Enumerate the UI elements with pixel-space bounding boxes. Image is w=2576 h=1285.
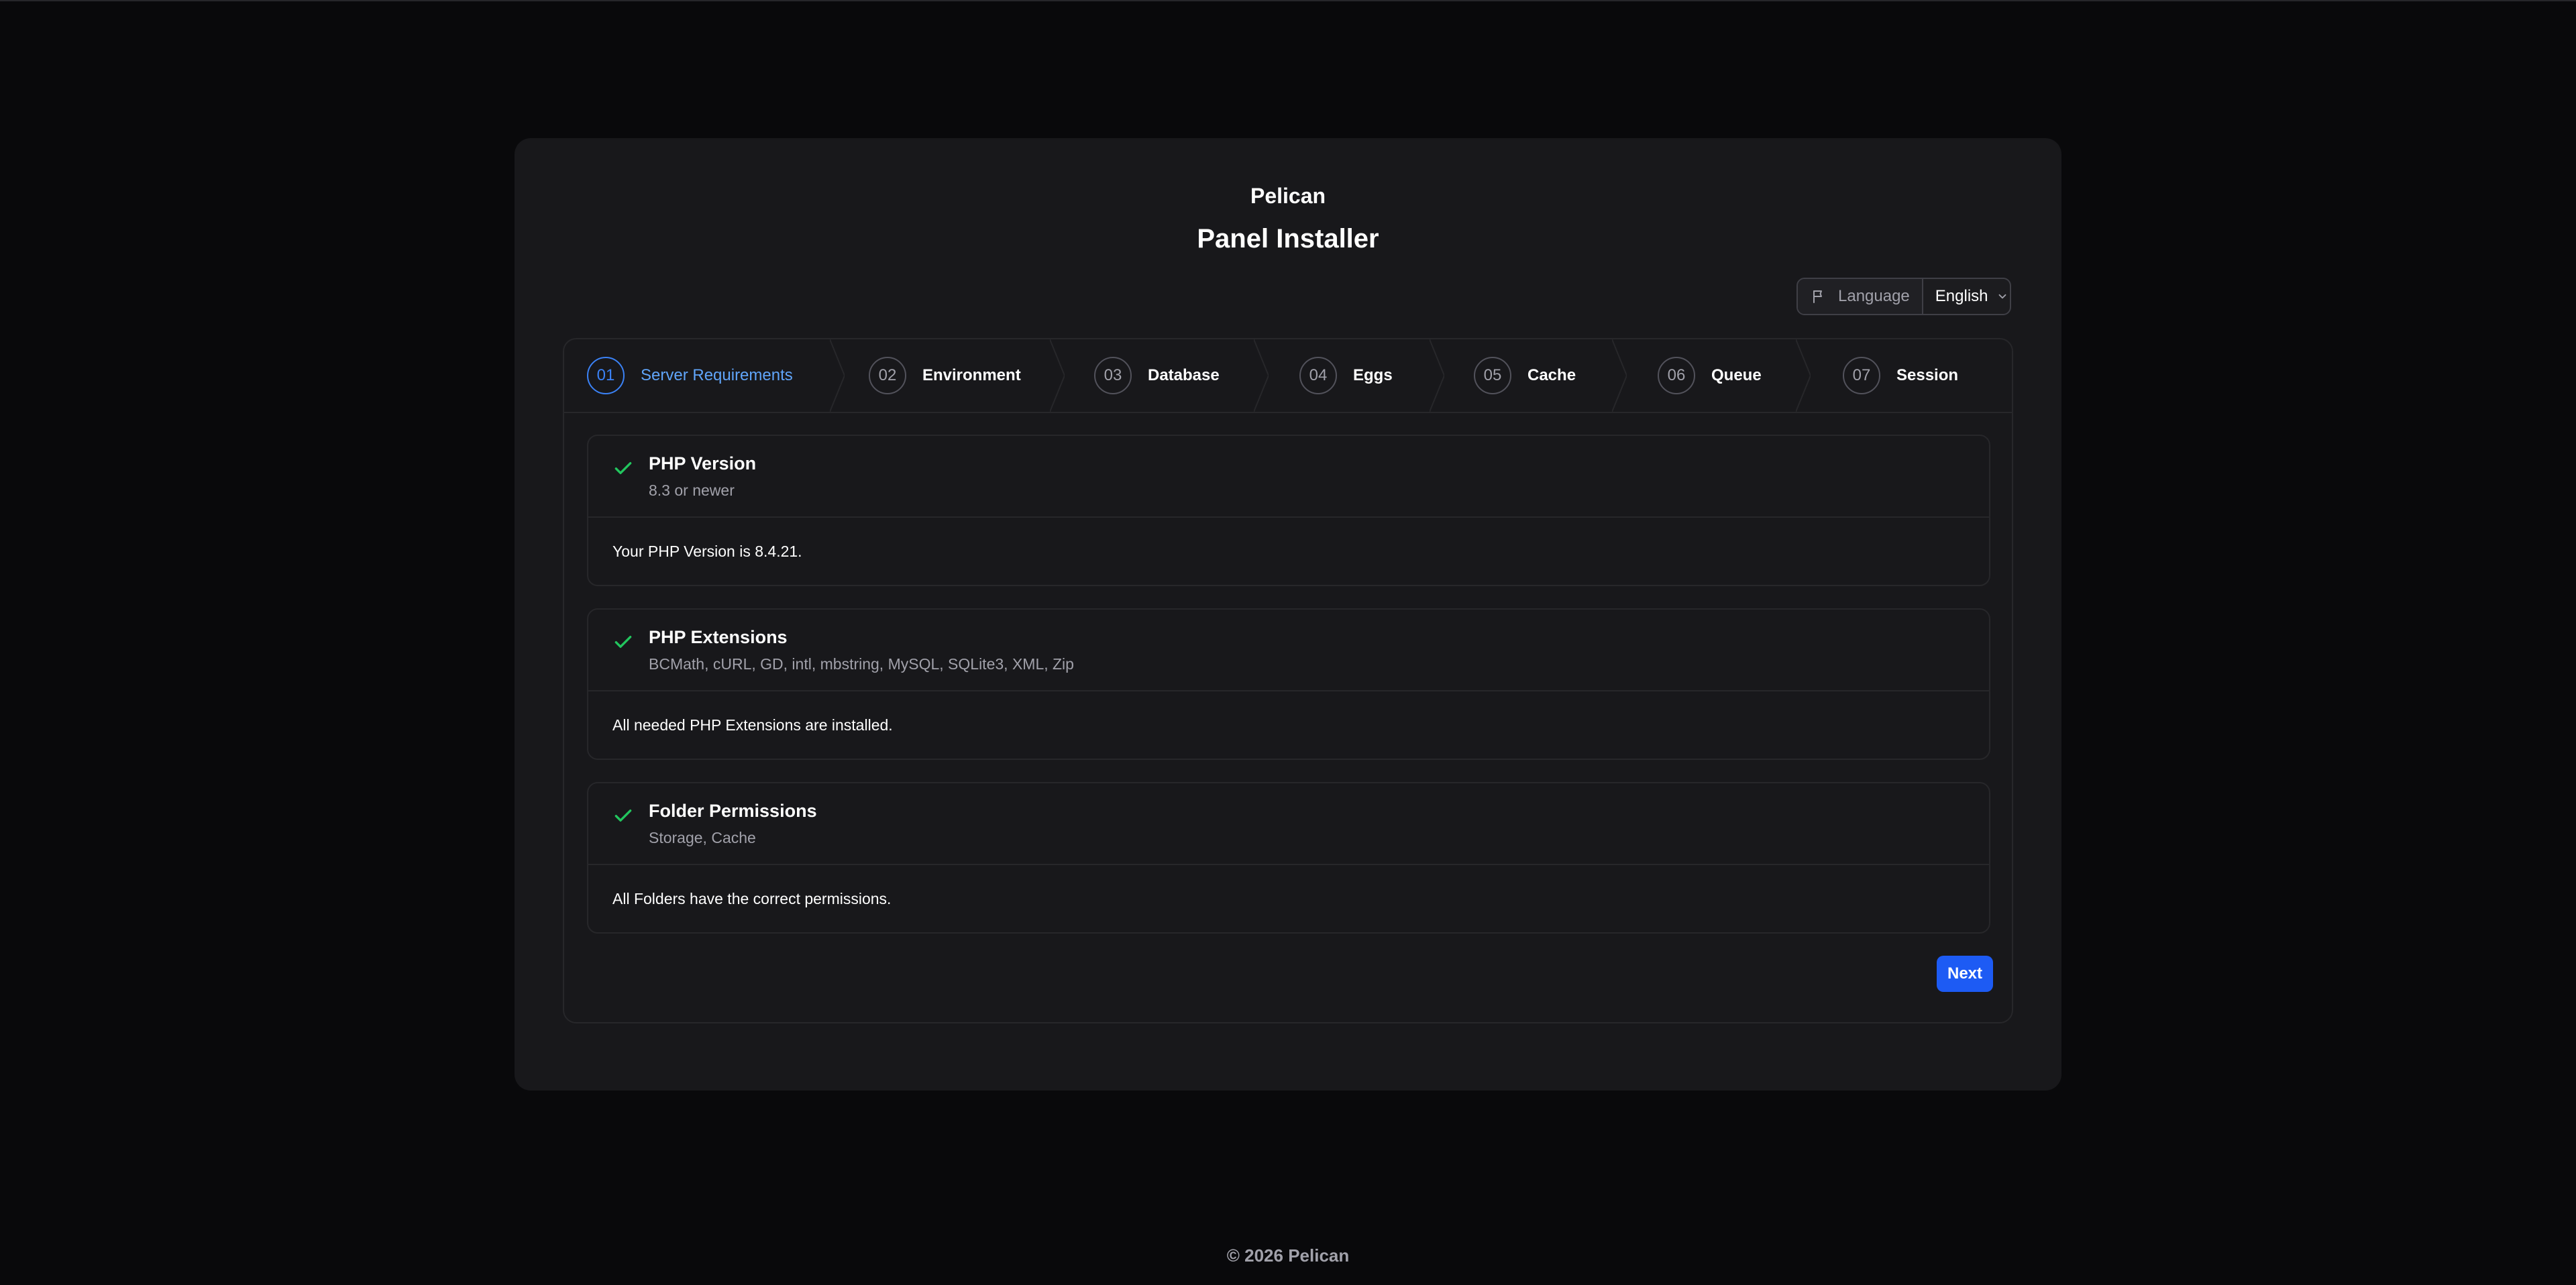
flag-icon xyxy=(1813,290,1822,303)
chevron-down-icon xyxy=(1998,294,2006,299)
language-label-group: Language xyxy=(1798,279,1923,314)
step-number: 01 xyxy=(587,357,625,394)
check-icon xyxy=(614,809,632,822)
step-eggs[interactable]: 04 Eggs xyxy=(1299,339,1393,412)
step-queue[interactable]: 06 Queue xyxy=(1658,339,1762,412)
section-title: PHP Version xyxy=(649,453,757,473)
step-database[interactable]: 03 Database xyxy=(1094,339,1220,412)
section-header: PHP Extensions BCMath, cURL, GD, intl, m… xyxy=(588,610,1989,691)
step-separator xyxy=(1430,339,1444,412)
step-session[interactable]: 07 Session xyxy=(1843,339,1958,412)
step-label: Server Requirements xyxy=(641,366,793,384)
requirement-folder-permissions: Folder Permissions Storage, Cache All Fo… xyxy=(587,782,1990,934)
step-label: Database xyxy=(1148,366,1220,384)
step-number: 06 xyxy=(1658,357,1695,394)
footer-copyright: © 2026 Pelican xyxy=(1226,1245,1350,1266)
step-label: Eggs xyxy=(1353,366,1393,384)
section-description: Storage, Cache xyxy=(649,829,756,846)
section-title: PHP Extensions xyxy=(649,627,788,647)
page-title: Panel Installer xyxy=(1197,224,1379,254)
section-header: Folder Permissions Storage, Cache xyxy=(588,783,1989,865)
step-separator xyxy=(1050,339,1065,412)
section-header: PHP Version 8.3 or newer xyxy=(588,436,1989,518)
section-message: Your PHP Version is 8.4.21. xyxy=(612,542,802,560)
step-number: 03 xyxy=(1094,357,1132,394)
installer-wizard: 01 Server Requirements 02 Environment 03… xyxy=(563,338,2013,1023)
step-label: Cache xyxy=(1527,366,1576,384)
step-separator xyxy=(1796,339,1811,412)
installer-card: Pelican Panel Installer Language English… xyxy=(515,138,2061,1091)
step-separator xyxy=(830,339,845,412)
step-label: Session xyxy=(1896,366,1959,384)
requirement-php-version: PHP Version 8.3 or newer Your PHP Versio… xyxy=(587,435,1990,586)
requirement-php-extensions: PHP Extensions BCMath, cURL, GD, intl, m… xyxy=(587,608,1990,760)
top-border xyxy=(0,0,2576,1)
language-select[interactable]: English xyxy=(1923,279,2010,314)
step-label: Environment xyxy=(922,366,1021,384)
step-server-requirements[interactable]: 01 Server Requirements xyxy=(587,339,793,412)
step-environment[interactable]: 02 Environment xyxy=(869,339,1021,412)
section-description: BCMath, cURL, GD, intl, mbstring, MySQL,… xyxy=(649,655,1074,673)
step-separator xyxy=(1254,339,1269,412)
step-number: 02 xyxy=(869,357,906,394)
step-number: 05 xyxy=(1474,357,1511,394)
brand-name: Pelican xyxy=(1250,184,1326,208)
section-description: 8.3 or newer xyxy=(649,482,735,499)
wizard-steps: 01 Server Requirements 02 Environment 03… xyxy=(564,339,2012,413)
step-number: 07 xyxy=(1843,357,1880,394)
next-button[interactable]: Next xyxy=(1937,956,1993,992)
step-cache[interactable]: 05 Cache xyxy=(1474,339,1576,412)
section-message: All needed PHP Extensions are installed. xyxy=(612,716,893,734)
step-separator xyxy=(1612,339,1627,412)
section-message: All Folders have the correct permissions… xyxy=(612,889,892,907)
language-switcher[interactable]: Language English xyxy=(1796,278,2011,315)
check-icon xyxy=(614,462,632,474)
step-label: Queue xyxy=(1711,366,1762,384)
check-icon xyxy=(614,636,632,648)
language-selected-value: English xyxy=(1935,287,1988,305)
step-number: 04 xyxy=(1299,357,1337,394)
language-label: Language xyxy=(1838,287,1910,305)
section-title: Folder Permissions xyxy=(649,801,817,821)
